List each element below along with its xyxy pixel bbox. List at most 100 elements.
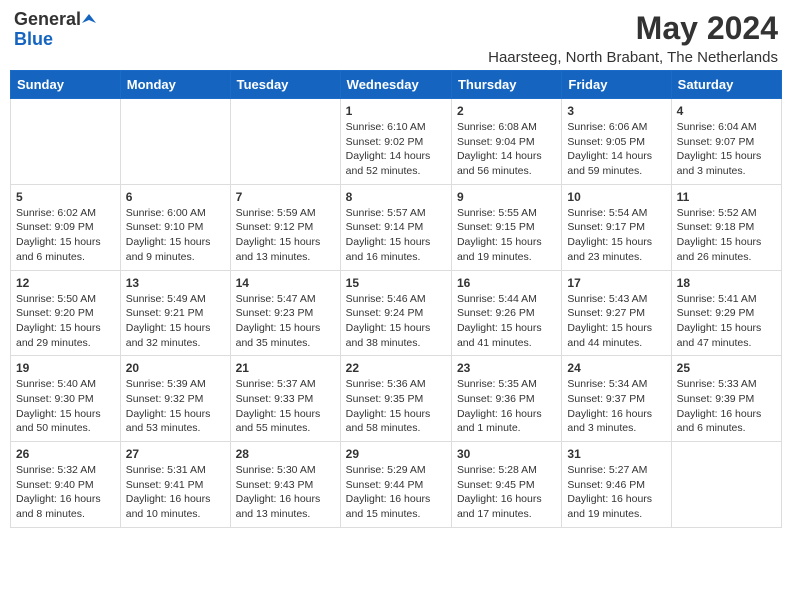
logo-bird-icon <box>82 13 96 27</box>
calendar-cell: 28 Sunrise: 5:30 AMSunset: 9:43 PMDayligh… <box>230 442 340 528</box>
calendar-cell: 24 Sunrise: 5:34 AMSunset: 9:37 PMDayligh… <box>562 356 671 442</box>
day-info: Sunrise: 6:10 AMSunset: 9:02 PMDaylight:… <box>346 120 446 179</box>
day-number: 20 <box>126 361 225 375</box>
calendar-cell: 17Sunrise: 5:43 AMSunset: 9:27 PMDayligh… <box>562 270 671 356</box>
day-number: 22 <box>346 361 446 375</box>
day-number: 16 <box>457 276 556 290</box>
day-info: Sunrise: 5:40 AMSunset: 9:30 PMDaylight:… <box>16 377 115 436</box>
location: Haarsteeg, North Brabant, The Netherland… <box>488 49 778 66</box>
day-number: 7 <box>236 190 335 204</box>
day-number: 13 <box>126 276 225 290</box>
week-row-5: 26 Sunrise: 5:32 AMSunset: 9:40 PMDayligh… <box>11 442 782 528</box>
calendar-cell: 21Sunrise: 5:37 AMSunset: 9:33 PMDayligh… <box>230 356 340 442</box>
calendar-cell: 29 Sunrise: 5:29 AMSunset: 9:44 PMDayligh… <box>340 442 451 528</box>
calendar-cell: 12Sunrise: 5:50 AMSunset: 9:20 PMDayligh… <box>11 270 121 356</box>
day-number: 21 <box>236 361 335 375</box>
month-year: May 2024 <box>488 10 778 47</box>
day-number: 1 <box>346 104 446 118</box>
day-info: Sunrise: 5:44 AMSunset: 9:26 PMDaylight:… <box>457 292 556 351</box>
day-number: 30 <box>457 447 556 461</box>
weekday-header-sunday: Sunday <box>11 71 121 99</box>
calendar-cell <box>120 99 230 185</box>
calendar-cell <box>230 99 340 185</box>
day-info: Sunrise: 5:54 AMSunset: 9:17 PMDaylight:… <box>567 206 665 265</box>
weekday-header-tuesday: Tuesday <box>230 71 340 99</box>
day-number: 19 <box>16 361 115 375</box>
calendar-cell: 31Sunrise: 5:27 AMSunset: 9:46 PMDayligh… <box>562 442 671 528</box>
logo-blue: Blue <box>14 30 53 50</box>
calendar-cell: 13 Sunrise: 5:49 AMSunset: 9:21 PMDayligh… <box>120 270 230 356</box>
calendar-cell: 23Sunrise: 5:35 AMSunset: 9:36 PMDayligh… <box>451 356 561 442</box>
day-number: 4 <box>677 104 776 118</box>
day-number: 28 <box>236 447 335 461</box>
day-number: 11 <box>677 190 776 204</box>
day-info: Sunrise: 5:47 AMSunset: 9:23 PMDaylight:… <box>236 292 335 351</box>
day-number: 15 <box>346 276 446 290</box>
title-block: May 2024 Haarsteeg, North Brabant, The N… <box>488 10 778 66</box>
calendar-cell: 30 Sunrise: 5:28 AMSunset: 9:45 PMDayligh… <box>451 442 561 528</box>
calendar-cell: 6 Sunrise: 6:00 AMSunset: 9:10 PMDaylight… <box>120 184 230 270</box>
day-info: Sunrise: 6:00 AMSunset: 9:10 PMDaylight:… <box>126 206 225 265</box>
calendar-cell: 11 Sunrise: 5:52 AMSunset: 9:18 PMDayligh… <box>671 184 781 270</box>
weekday-header-saturday: Saturday <box>671 71 781 99</box>
calendar-cell: 1 Sunrise: 6:10 AMSunset: 9:02 PMDaylight… <box>340 99 451 185</box>
calendar-cell: 27 Sunrise: 5:31 AMSunset: 9:41 PMDayligh… <box>120 442 230 528</box>
day-info: Sunrise: 5:46 AMSunset: 9:24 PMDaylight:… <box>346 292 446 351</box>
day-number: 2 <box>457 104 556 118</box>
day-info: Sunrise: 5:52 AMSunset: 9:18 PMDaylight:… <box>677 206 776 265</box>
day-number: 27 <box>126 447 225 461</box>
calendar-table: SundayMondayTuesdayWednesdayThursdayFrid… <box>10 70 782 528</box>
day-info: Sunrise: 5:34 AMSunset: 9:37 PMDaylight:… <box>567 377 665 436</box>
calendar-cell: 8 Sunrise: 5:57 AMSunset: 9:14 PMDaylight… <box>340 184 451 270</box>
day-info: Sunrise: 5:32 AMSunset: 9:40 PMDaylight:… <box>16 463 115 522</box>
day-info: Sunrise: 5:30 AMSunset: 9:43 PMDaylight:… <box>236 463 335 522</box>
day-info: Sunrise: 6:02 AMSunset: 9:09 PMDaylight:… <box>16 206 115 265</box>
day-info: Sunrise: 5:59 AMSunset: 9:12 PMDaylight:… <box>236 206 335 265</box>
day-info: Sunrise: 5:41 AMSunset: 9:29 PMDaylight:… <box>677 292 776 351</box>
week-row-1: 1 Sunrise: 6:10 AMSunset: 9:02 PMDaylight… <box>11 99 782 185</box>
day-number: 25 <box>677 361 776 375</box>
weekday-header-row: SundayMondayTuesdayWednesdayThursdayFrid… <box>11 71 782 99</box>
calendar-cell <box>11 99 121 185</box>
day-number: 8 <box>346 190 446 204</box>
day-number: 29 <box>346 447 446 461</box>
day-info: Sunrise: 5:28 AMSunset: 9:45 PMDaylight:… <box>457 463 556 522</box>
day-info: Sunrise: 5:33 AMSunset: 9:39 PMDaylight:… <box>677 377 776 436</box>
weekday-header-wednesday: Wednesday <box>340 71 451 99</box>
calendar-cell: 20 Sunrise: 5:39 AMSunset: 9:32 PMDayligh… <box>120 356 230 442</box>
day-number: 23 <box>457 361 556 375</box>
page-header: General Blue May 2024 Haarsteeg, North B… <box>10 10 782 66</box>
day-info: Sunrise: 5:39 AMSunset: 9:32 PMDaylight:… <box>126 377 225 436</box>
day-info: Sunrise: 6:06 AMSunset: 9:05 PMDaylight:… <box>567 120 665 179</box>
day-number: 26 <box>16 447 115 461</box>
weekday-header-thursday: Thursday <box>451 71 561 99</box>
day-number: 6 <box>126 190 225 204</box>
day-number: 9 <box>457 190 556 204</box>
day-info: Sunrise: 5:31 AMSunset: 9:41 PMDaylight:… <box>126 463 225 522</box>
calendar-cell: 3 Sunrise: 6:06 AMSunset: 9:05 PMDaylight… <box>562 99 671 185</box>
day-number: 3 <box>567 104 665 118</box>
day-info: Sunrise: 5:29 AMSunset: 9:44 PMDaylight:… <box>346 463 446 522</box>
day-info: Sunrise: 5:55 AMSunset: 9:15 PMDaylight:… <box>457 206 556 265</box>
day-number: 5 <box>16 190 115 204</box>
calendar-cell: 7 Sunrise: 5:59 AMSunset: 9:12 PMDaylight… <box>230 184 340 270</box>
day-info: Sunrise: 5:57 AMSunset: 9:14 PMDaylight:… <box>346 206 446 265</box>
calendar-cell <box>671 442 781 528</box>
calendar-cell: 19 Sunrise: 5:40 AMSunset: 9:30 PMDayligh… <box>11 356 121 442</box>
calendar-cell: 18Sunrise: 5:41 AMSunset: 9:29 PMDayligh… <box>671 270 781 356</box>
calendar-cell: 2Sunrise: 6:08 AMSunset: 9:04 PMDaylight… <box>451 99 561 185</box>
calendar-cell: 5 Sunrise: 6:02 AMSunset: 9:09 PMDaylight… <box>11 184 121 270</box>
week-row-4: 19 Sunrise: 5:40 AMSunset: 9:30 PMDayligh… <box>11 356 782 442</box>
calendar-cell: 15 Sunrise: 5:46 AMSunset: 9:24 PMDayligh… <box>340 270 451 356</box>
day-info: Sunrise: 5:43 AMSunset: 9:27 PMDaylight:… <box>567 292 665 351</box>
day-info: Sunrise: 5:49 AMSunset: 9:21 PMDaylight:… <box>126 292 225 351</box>
calendar-cell: 10 Sunrise: 5:54 AMSunset: 9:17 PMDayligh… <box>562 184 671 270</box>
day-info: Sunrise: 6:04 AMSunset: 9:07 PMDaylight:… <box>677 120 776 179</box>
calendar-cell: 4 Sunrise: 6:04 AMSunset: 9:07 PMDaylight… <box>671 99 781 185</box>
day-info: Sunrise: 5:50 AMSunset: 9:20 PMDaylight:… <box>16 292 115 351</box>
calendar-cell: 25 Sunrise: 5:33 AMSunset: 9:39 PMDayligh… <box>671 356 781 442</box>
calendar-cell: 9 Sunrise: 5:55 AMSunset: 9:15 PMDaylight… <box>451 184 561 270</box>
day-number: 24 <box>567 361 665 375</box>
day-number: 10 <box>567 190 665 204</box>
logo-general: General <box>14 10 81 30</box>
